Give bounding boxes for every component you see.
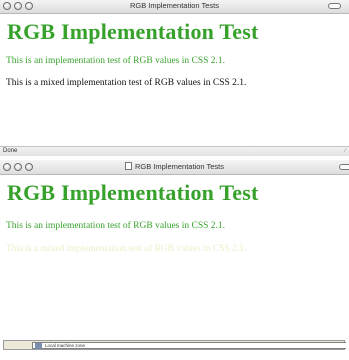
window-title-2-text: RGB Implementation Tests <box>134 162 225 171</box>
page-heading-2: RGB Implementation Test <box>7 180 259 205</box>
toolbar-toggle-button[interactable] <box>328 3 341 9</box>
window-title-2: RGB Implementation Tests <box>0 162 349 171</box>
mixed-implementation-text: This is a mixed implementation test of R… <box>6 78 247 88</box>
resize-grip-icon[interactable]: ∕ <box>345 148 346 154</box>
computer-zone-icon <box>35 343 42 349</box>
security-zone-panel[interactable]: Local machine zone <box>32 342 346 349</box>
implementation-text-2: This is an implementation test of RGB va… <box>6 221 226 231</box>
implementation-text: This is an implementation test of RGB va… <box>6 56 226 66</box>
title-bar-2[interactable]: RGB Implementation Tests <box>0 160 349 175</box>
window-title: RGB Implementation Tests <box>129 1 220 10</box>
status-bar: Done ∕ <box>0 146 349 156</box>
document-icon <box>124 162 132 170</box>
ie-status-bar: Local machine zone <box>3 340 346 350</box>
page-heading: RGB Implementation Test <box>7 19 259 44</box>
zone-label: Local machine zone <box>45 343 86 348</box>
window-top: RGB Implementation Tests RGB Implementat… <box>0 0 349 152</box>
title-bar[interactable]: RGB Implementation Tests <box>0 0 349 14</box>
status-text: Done <box>3 148 18 154</box>
toolbar-toggle-button-2[interactable] <box>339 164 349 170</box>
mixed-implementation-text-2: This is a mixed implementation test of R… <box>6 244 247 254</box>
